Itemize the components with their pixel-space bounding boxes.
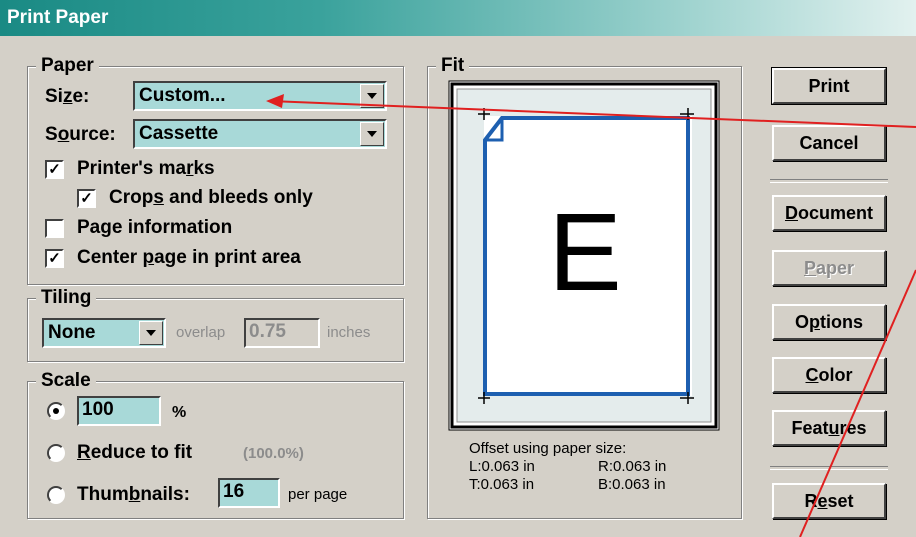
- offset-left: L:0.063 in: [469, 458, 535, 475]
- overlap-label: overlap: [176, 324, 226, 341]
- page-information-checkbox[interactable]: [45, 219, 64, 238]
- crops-bleeds-label: Crops and bleeds only: [109, 187, 313, 208]
- source-label: Source:: [45, 124, 116, 145]
- print-button[interactable]: Print: [771, 67, 887, 105]
- thumbnails-field[interactable]: 16: [218, 478, 280, 508]
- scale-legend: Scale: [36, 370, 96, 392]
- thumbnails-radio[interactable]: [47, 486, 65, 504]
- title-bar: Print Paper: [0, 0, 916, 36]
- overlap-field[interactable]: 0.75: [244, 318, 320, 348]
- offset-right: R:0.063 in: [598, 458, 667, 475]
- size-select[interactable]: Custom...: [133, 81, 387, 111]
- reduce-to-fit-radio[interactable]: [47, 444, 65, 462]
- percent-sign: %: [172, 404, 187, 421]
- size-dropdown-arrow-icon[interactable]: [360, 84, 384, 108]
- thumbnails-label: Thumbnails:: [77, 484, 190, 505]
- printers-marks-label: Printer's marks: [77, 158, 215, 179]
- size-label: Size:: [45, 86, 90, 107]
- reduce-to-fit-value: (100.0%): [243, 445, 304, 462]
- tiling-select[interactable]: None: [42, 318, 166, 348]
- size-select-value: Custom...: [139, 85, 226, 106]
- offset-bottom: B:0.063 in: [598, 476, 666, 493]
- percent-radio[interactable]: [47, 402, 65, 420]
- tiling-dropdown-arrow-icon[interactable]: [139, 321, 163, 345]
- page-information-label: Page information: [77, 217, 233, 238]
- reduce-to-fit-label: Reduce to fit: [77, 442, 193, 463]
- print-paper-dialog: Print Paper Paper Size: Custom... Source…: [0, 0, 916, 537]
- window-title: Print Paper: [7, 7, 109, 28]
- offset-title: Offset using paper size:: [469, 440, 627, 457]
- center-page-label: Center page in print area: [77, 247, 301, 268]
- crops-bleeds-checkbox[interactable]: ✓: [77, 189, 96, 208]
- source-select-value: Cassette: [139, 123, 219, 144]
- reset-button[interactable]: Reset: [772, 483, 886, 519]
- per-page-label: per page: [288, 486, 348, 503]
- tiling-select-value: None: [48, 322, 96, 343]
- button-separator-1: [770, 179, 888, 183]
- document-button[interactable]: Document: [772, 195, 886, 231]
- paper-button[interactable]: Paper: [772, 250, 886, 286]
- cancel-button[interactable]: Cancel: [772, 125, 886, 161]
- paper-legend: Paper: [36, 55, 99, 77]
- preview-letter: E: [548, 191, 621, 314]
- source-dropdown-arrow-icon[interactable]: [360, 122, 384, 146]
- center-page-checkbox[interactable]: ✓: [45, 249, 64, 268]
- percent-field[interactable]: 100: [77, 396, 161, 426]
- overlap-units: inches: [327, 324, 371, 341]
- features-button[interactable]: Features: [772, 410, 886, 446]
- button-separator-2: [770, 466, 888, 470]
- printers-marks-checkbox[interactable]: ✓: [45, 160, 64, 179]
- fit-legend: Fit: [436, 55, 470, 77]
- color-button[interactable]: Color: [772, 357, 886, 393]
- source-select[interactable]: Cassette: [133, 119, 387, 149]
- options-button[interactable]: Options: [772, 304, 886, 340]
- offset-top: T:0.063 in: [469, 476, 535, 493]
- page-preview: E: [448, 80, 720, 431]
- tiling-legend: Tiling: [36, 287, 97, 309]
